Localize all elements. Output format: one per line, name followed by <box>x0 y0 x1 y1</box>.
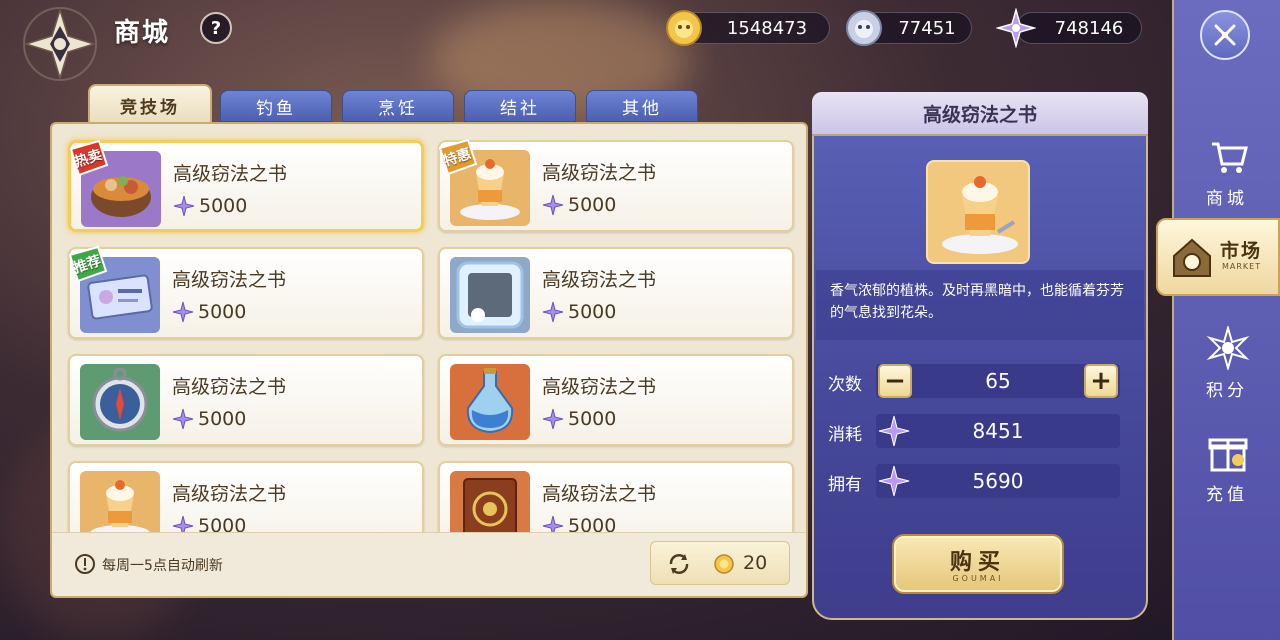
item-name: 高级窃法之书 <box>542 269 657 291</box>
silver-coin-icon <box>846 10 882 46</box>
refresh-notice: 每周一5点自动刷新 <box>102 558 223 574</box>
nav-label: 积分 <box>1206 381 1248 401</box>
close-button[interactable] <box>1200 10 1250 60</box>
buy-label: 购买 <box>949 550 1006 575</box>
tab-cooking[interactable]: 烹饪 <box>342 90 454 122</box>
info-icon <box>75 554 95 574</box>
item-name: 高级窃法之书 <box>173 163 288 185</box>
nav-label: 商城 <box>1206 189 1248 209</box>
nav-item-points[interactable]: 积分 <box>1176 322 1278 402</box>
nav-item-shop[interactable]: 商城 <box>1176 130 1278 210</box>
buy-button[interactable]: 购买 GOUMAI <box>894 536 1062 592</box>
shop-cart-icon <box>1212 142 1248 173</box>
item-description: 香气浓郁的植株。及时再黑暗中，也能循着芬芳的气息找到花朵。 <box>830 283 1124 321</box>
nav-item-recharge[interactable]: 充值 <box>1176 426 1278 506</box>
star-currency-value: 748146 <box>1054 17 1124 39</box>
item-price: 5000 <box>198 408 247 430</box>
hot-sale-badge: 热卖 <box>67 139 109 177</box>
cost-label: 消耗 <box>828 425 862 445</box>
recommended-badge: 推荐 <box>66 245 108 283</box>
tab-other[interactable]: 其他 <box>586 90 698 122</box>
shop-item-card[interactable]: 特惠 高级窃法之书 5000 <box>436 138 794 232</box>
owned-value: 5690 <box>876 464 1120 498</box>
purple-star-icon <box>173 195 195 217</box>
item-name: 高级窃法之书 <box>172 483 287 505</box>
silver-currency-value: 77451 <box>898 17 956 39</box>
refresh-icon <box>669 554 689 574</box>
purple-star-icon <box>542 301 564 323</box>
item-price: 5000 <box>568 194 617 216</box>
item-price: 5000 <box>199 195 248 217</box>
item-name: 高级窃法之书 <box>542 162 657 184</box>
purple-star-icon <box>542 194 564 216</box>
item-name: 高级窃法之书 <box>542 483 657 505</box>
shop-item-card[interactable]: 推荐 高级窃法之书 5000 <box>66 245 424 339</box>
purple-star-icon <box>878 465 910 497</box>
item-price: 5000 <box>568 301 617 323</box>
item-detail-panel: 高级窃法之书 香气浓郁的植株。及时再黑暗中，也能循着芬芳的气息找到花朵。 次数 … <box>812 70 1148 620</box>
gold-coin-icon <box>666 10 702 46</box>
nav-label: 充值 <box>1206 485 1248 505</box>
gift-box-icon <box>1208 438 1248 472</box>
parfait-icon <box>926 160 1030 264</box>
item-name: 高级窃法之书 <box>172 376 287 398</box>
close-icon <box>1214 24 1236 46</box>
refresh-button[interactable]: 20 <box>650 541 790 585</box>
refresh-cost: 20 <box>743 552 768 574</box>
shop-item-card[interactable]: 高级窃法之书 5000 <box>438 247 794 339</box>
photo-frame-icon <box>450 257 530 333</box>
tab-arena[interactable]: 竞技场 <box>88 84 212 124</box>
purple-star-icon <box>878 415 910 447</box>
potion-bottle-icon <box>450 364 530 440</box>
quantity-label: 次数 <box>828 375 862 395</box>
nav-item-market[interactable]: 市场 MARKET <box>1156 218 1280 296</box>
buy-sublabel: GOUMAI <box>952 574 1004 583</box>
purple-star-icon <box>542 408 564 430</box>
item-name: 高级窃法之书 <box>172 269 287 291</box>
shop-item-card[interactable]: 高级窃法之书 5000 <box>68 354 424 446</box>
cost-value: 8451 <box>876 414 1120 448</box>
plus-button[interactable]: + <box>1084 364 1118 398</box>
side-navigation <box>1172 0 1280 640</box>
detail-title: 高级窃法之书 <box>812 92 1148 136</box>
special-offer-badge: 特惠 <box>436 138 478 176</box>
item-price: 5000 <box>198 301 247 323</box>
purple-star-icon <box>996 8 1036 48</box>
compass-logo-icon <box>23 7 97 81</box>
tab-guild[interactable]: 结社 <box>464 90 576 122</box>
nav-label: 市场 <box>1220 240 1263 262</box>
purple-star-icon <box>172 301 194 323</box>
gold-coin-icon <box>714 554 734 574</box>
purple-star-icon <box>172 408 194 430</box>
page-title: 商城 <box>114 18 171 48</box>
points-sun-icon <box>1206 326 1250 370</box>
item-price: 5000 <box>568 408 617 430</box>
shop-item-card[interactable]: 热卖 高级窃法之书 5000 <box>67 139 424 232</box>
item-name: 高级窃法之书 <box>542 376 657 398</box>
gold-currency-value: 1548473 <box>726 17 808 39</box>
market-house-icon <box>1173 238 1211 277</box>
tab-fishing[interactable]: 钓鱼 <box>220 90 332 122</box>
owned-label: 拥有 <box>828 475 862 495</box>
shop-item-panel: 热卖 高级窃法之书 5000 特惠 高级窃法之书 5000 推荐 高级窃法之书 … <box>50 122 808 598</box>
minus-button[interactable]: − <box>878 364 912 398</box>
nav-sublabel: MARKET <box>1222 262 1262 271</box>
help-button[interactable]: ? <box>200 12 232 44</box>
compass-watch-icon <box>80 364 160 440</box>
shop-footer: 每周一5点自动刷新 20 <box>52 532 806 596</box>
shop-item-card[interactable]: 高级窃法之书 5000 <box>438 354 794 446</box>
